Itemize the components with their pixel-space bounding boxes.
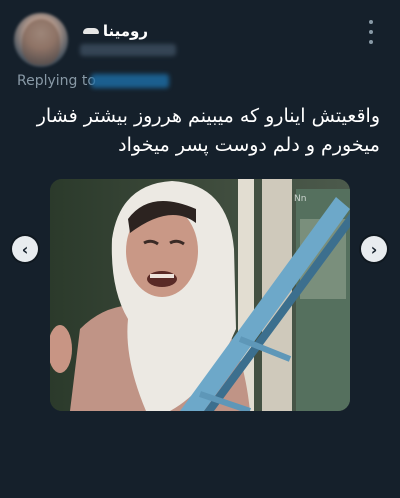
replying-to-label: Replying to: [17, 73, 96, 89]
replying-to-mention-redacted[interactable]: [91, 74, 169, 88]
crying-woman-photo: Nn: [50, 179, 350, 411]
media-next-button[interactable]: ›: [361, 236, 387, 262]
dot-icon: [369, 40, 373, 44]
chevron-left-icon: ‹: [21, 239, 29, 259]
avatar-icon: [22, 19, 60, 65]
dot-icon: [369, 30, 373, 34]
media-prev-button[interactable]: ‹: [12, 236, 38, 262]
tweet-header: رومینا: [0, 0, 400, 72]
watermark-logo: Nn: [294, 194, 306, 204]
tweet-text: واقعیتش اینارو که میبینم هرروز بیشتر فشا…: [36, 105, 380, 156]
handle-redacted: [80, 44, 176, 56]
emoji-icon: [82, 28, 99, 34]
more-options-button[interactable]: [362, 20, 380, 44]
author-name-row[interactable]: رومینا: [82, 22, 148, 40]
dot-icon: [369, 20, 373, 24]
display-name[interactable]: رومینا: [103, 22, 148, 40]
chevron-right-icon: ›: [370, 239, 378, 259]
avatar[interactable]: [14, 13, 68, 67]
tweet-media-image[interactable]: Nn: [50, 179, 350, 411]
